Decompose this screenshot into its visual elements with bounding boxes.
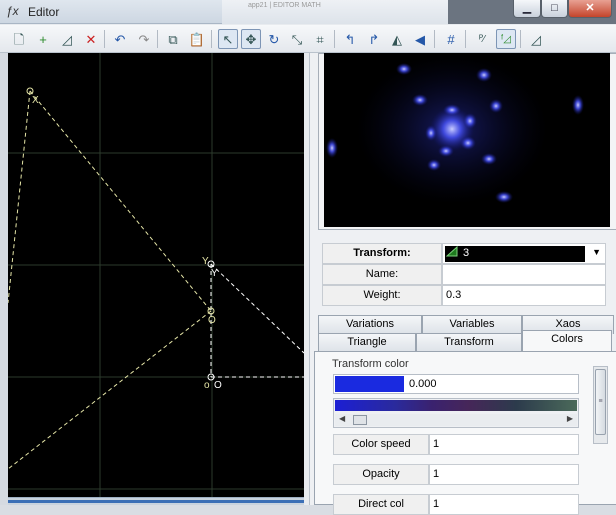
panel-scrollbar-thumb[interactable]: ≡ <box>595 369 606 435</box>
canvas-grid <box>8 53 304 499</box>
origin-marker-icon: o <box>204 380 210 391</box>
vertex-label-o: O <box>208 315 216 326</box>
close-button[interactable]: ✕ <box>568 0 612 18</box>
name-field[interactable] <box>442 264 606 285</box>
grid-icon[interactable]: # <box>441 29 461 49</box>
rotate-icon[interactable]: ↻ <box>264 29 284 49</box>
name-label: Name: <box>322 264 442 285</box>
color-gradient-picker[interactable]: ◀ ▶ <box>333 398 579 428</box>
color-speed-label: Color speed <box>333 434 429 455</box>
paste-icon[interactable]: 📋 <box>187 29 207 49</box>
duplicate-icon[interactable]: ◿ <box>57 29 77 49</box>
color-value: 0.000 <box>409 378 437 390</box>
tab-triangle[interactable]: Triangle <box>318 333 416 352</box>
transform-label: Transform: <box>322 243 442 264</box>
toolbar-separator <box>520 30 521 48</box>
background-title-text: app21 | EDITOR MATH <box>248 2 321 9</box>
select-icon[interactable]: ↖ <box>218 29 238 49</box>
triangle-edge <box>8 90 31 304</box>
move-icon[interactable]: ✥ <box>241 29 261 49</box>
scroll-left-icon[interactable]: ◀ <box>339 414 345 423</box>
transform-color-field[interactable]: 0.000 <box>333 374 579 394</box>
tab-transform[interactable]: Transform <box>416 333 522 352</box>
right-panel: Transform: 3 ▼ Name: Weight: 0.3 Variati… <box>309 53 616 515</box>
reference-edge <box>210 263 304 354</box>
transform-dropdown[interactable]: 3 ▼ <box>442 243 606 264</box>
window-title: Editor <box>28 5 60 19</box>
scale-icon[interactable]: ⤡ <box>287 29 307 49</box>
gradient-scroll-thumb[interactable] <box>353 415 367 425</box>
transform-color-label: Transform color <box>332 358 409 370</box>
scrollbar-thumb[interactable] <box>8 500 304 503</box>
triangle-canvas[interactable]: X Y O Y o O <box>8 53 304 499</box>
fit-icon[interactable]: ⌗ <box>310 29 330 49</box>
transform-properties: Transform: 3 ▼ Name: Weight: 0.3 <box>322 243 606 306</box>
minimize-button[interactable]: ▁ <box>513 0 541 18</box>
undo-arrow-icon[interactable]: ↰ <box>340 29 360 49</box>
title-bar[interactable]: ƒx Editor app21 | EDITOR MATH ▁ □ ✕ <box>0 0 616 24</box>
opacity-field[interactable]: 1 <box>429 464 579 485</box>
toolbar-separator <box>334 30 335 48</box>
final-transform-icon[interactable]: ᶠ◿ <box>496 29 516 49</box>
triangle-edge <box>29 90 212 312</box>
color-speed-field[interactable]: 1 <box>429 434 579 455</box>
gradient-bar[interactable] <box>335 400 577 411</box>
color-swatch[interactable] <box>335 376 404 392</box>
tab-variables[interactable]: Variables <box>422 315 522 334</box>
toolbar-separator <box>465 30 466 48</box>
tab-colors[interactable]: Colors <box>522 330 612 352</box>
delete-icon[interactable]: ✕ <box>81 29 101 49</box>
add-icon[interactable]: + <box>33 29 53 49</box>
toolbar-separator <box>157 30 158 48</box>
tab-variations[interactable]: Variations <box>318 315 422 334</box>
toolbar-separator <box>434 30 435 48</box>
reference-label-y: Y <box>211 268 218 279</box>
undo-icon[interactable]: ↶ <box>110 29 130 49</box>
left-border <box>0 53 8 505</box>
flame-preview-image <box>326 54 584 204</box>
toolbar: 🗋 + ◿ ✕ ↶ ↷ ⧉ 📋 ↖ ✥ ↻ ⤡ ⌗ ↰ ↱ ◭ ◀ # ᴾ⁄ ᶠ… <box>0 25 616 53</box>
maximize-button[interactable]: □ <box>541 0 568 18</box>
flip-vertical-icon[interactable]: ◀ <box>410 29 430 49</box>
weight-label: Weight: <box>322 285 442 306</box>
post-transform-icon[interactable]: ᴾ⁄ <box>472 29 492 49</box>
copy-icon[interactable]: ⧉ <box>163 29 183 49</box>
vertex-label-y: Y <box>202 256 209 267</box>
transform-selected-value: 3 <box>445 246 585 262</box>
redo-arrow-icon[interactable]: ↱ <box>364 29 384 49</box>
colors-tab-panel: Transform color 0.000 ◀ ▶ Color speed 1 … <box>314 351 616 515</box>
new-icon[interactable]: 🗋 <box>9 29 29 49</box>
panel-scrollbar[interactable]: ≡ <box>593 366 608 444</box>
scroll-right-icon[interactable]: ▶ <box>567 414 573 423</box>
opacity-label: Opacity <box>333 464 429 485</box>
toolbar-separator <box>104 30 105 48</box>
redo-icon[interactable]: ↷ <box>134 29 154 49</box>
weight-field[interactable]: 0.3 <box>442 285 606 306</box>
vertex-label-x: X <box>32 95 39 106</box>
triangle-icon <box>446 246 458 257</box>
reference-label-o: O <box>214 380 222 391</box>
dropdown-arrow-icon[interactable]: ▼ <box>592 247 601 257</box>
flame-preview <box>324 53 610 227</box>
fx-icon: ƒx <box>6 4 19 18</box>
gradient-scrollbar[interactable]: ◀ ▶ <box>335 414 577 426</box>
editor-window: ƒx Editor app21 | EDITOR MATH ▁ □ ✕ 🗋 + … <box>0 0 616 515</box>
toolbar-separator <box>211 30 212 48</box>
flip-horizontal-icon[interactable]: ◭ <box>387 29 407 49</box>
background-window-title: app21 | EDITOR MATH <box>222 0 448 24</box>
reset-icon[interactable]: ◿ <box>526 29 546 49</box>
triangle-edge <box>8 310 212 470</box>
canvas-bottom-scrollbar[interactable] <box>8 497 304 505</box>
triangle-drawing: X Y O Y o O <box>8 53 304 499</box>
